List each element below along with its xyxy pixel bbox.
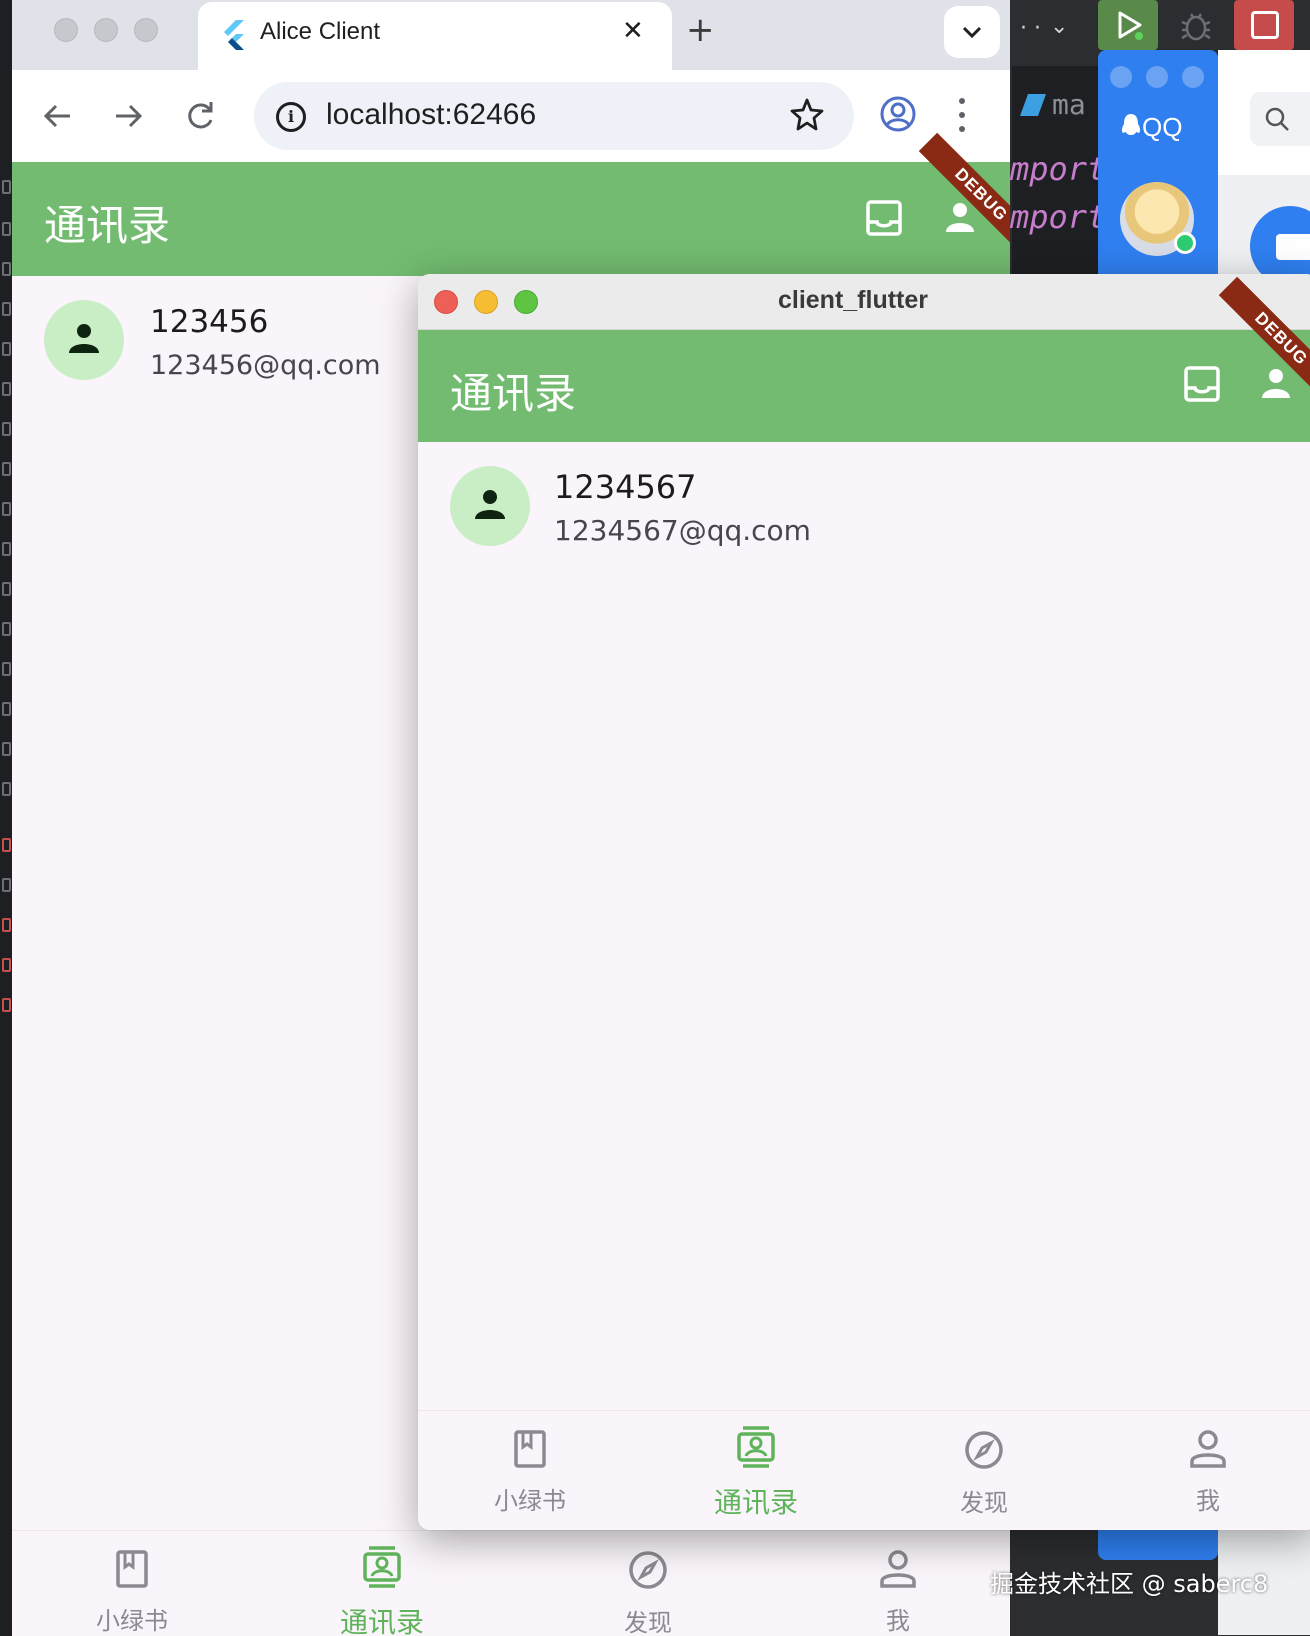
contact-email: 1234567@qq.com [554,514,811,547]
penguin-icon [1121,114,1141,135]
contact-name: 1234567 [554,468,697,506]
back-arrow-icon[interactable] [38,96,78,136]
browser-toolbar: i localhost:62466 [12,70,1010,162]
run-button[interactable] [1098,0,1158,50]
nav-item-contacts[interactable]: 通讯录 [312,1545,452,1636]
ide-file-tab[interactable]: ma [1019,88,1104,128]
desktop-bottom-nav: 小绿书 通讯录 发现 我 [418,1410,1310,1530]
book-icon [116,1550,148,1588]
nav-item-contacts[interactable]: 通讯录 [686,1425,826,1521]
nav-item-discover[interactable]: 发现 [578,1549,718,1636]
chevron-down-icon [962,26,982,39]
inbox-icon[interactable] [864,198,904,238]
address-bar[interactable]: i localhost:62466 [254,82,854,150]
page-title: 通讯录 [450,369,577,418]
ide-code-line: mport [1010,150,1107,188]
forward-arrow-icon[interactable] [108,96,148,136]
book-icon [514,1430,546,1468]
person-icon [69,324,99,353]
reload-icon[interactable] [180,96,220,136]
stop-icon [1251,11,1279,39]
profile-icon[interactable] [878,94,918,134]
contact-name: 123456 [150,304,269,340]
contacts-icon [737,1426,775,1468]
flutter-desktop-window: client_flutter 通讯录 DEBUG 1234567 1234567… [418,274,1310,1530]
watermark: 掘金技术社区 @ saberc8 [990,1570,1269,1598]
tab-search-button[interactable] [944,6,1000,58]
person-icon [880,1550,916,1588]
nav-label: 小绿书 [96,1607,168,1635]
web-bottom-nav: 小绿书 通讯录 发现 我 [12,1530,1010,1636]
nav-item-xiaolvshu[interactable]: 小绿书 [62,1549,202,1636]
ide-file-tab-label: ma [1052,88,1086,121]
flutter-icon [224,20,244,50]
site-info-icon[interactable]: i [276,102,306,132]
contact-email: 123456@qq.com [150,350,381,381]
close-tab-icon[interactable]: ✕ [622,16,644,46]
browser-menu-icon[interactable] [956,96,966,136]
nav-label: 发现 [624,1609,672,1636]
debug-icon[interactable] [1178,8,1214,44]
stop-button[interactable] [1234,0,1294,50]
browser-tab[interactable]: Alice Client ✕ [198,2,672,70]
qq-logo-text: QQ [1142,112,1183,142]
nav-label: 通讯录 [339,1606,424,1636]
dart-file-icon [1019,94,1047,116]
desktop-app-bar: 通讯录 DEBUG [418,276,1310,442]
tab-title: Alice Client [260,18,381,45]
url-text[interactable]: localhost:62466 [326,98,536,132]
window-minimize-button[interactable] [94,18,118,42]
chevron-down-icon[interactable]: ⌄ [1050,14,1076,40]
nav-item-xiaolvshu[interactable]: 小绿书 [460,1429,600,1516]
search-input[interactable] [1250,92,1310,146]
inbox-icon[interactable] [1182,364,1222,404]
play-icon [1118,11,1143,40]
tab-strip: Alice Client ✕ + [12,0,1010,70]
window-titlebar: client_flutter [418,274,1310,330]
nav-item-me[interactable]: 我 [828,1549,968,1636]
window-zoom-button[interactable] [134,18,158,42]
nav-label: 小绿书 [494,1487,566,1515]
web-app-bar: 通讯录 DEBUG [12,132,1010,276]
nav-label: 我 [1196,1487,1220,1515]
nav-label: 我 [886,1607,910,1635]
window-close-button[interactable] [54,18,78,42]
ide-more-icon[interactable]: · · [1020,16,1041,41]
window-title: client_flutter [777,286,929,314]
nav-label: 通讯录 [713,1486,798,1519]
online-status-dot [1174,232,1196,254]
contacts-icon [363,1546,401,1588]
qq-logo: QQ [1120,112,1182,143]
compass-icon [629,1551,667,1589]
person-icon [1190,1430,1226,1468]
new-tab-button[interactable]: + [686,10,715,50]
search-icon [1265,107,1289,131]
compass-icon [965,1431,1003,1469]
avatar [44,300,124,380]
nav-label: 发现 [960,1489,1008,1517]
avatar[interactable] [1120,182,1196,256]
mail-icon [1276,234,1310,260]
nav-item-discover[interactable]: 发现 [914,1429,1054,1518]
avatar [450,466,530,546]
nav-item-me[interactable]: 我 [1138,1429,1278,1516]
page-title: 通讯录 [44,201,171,250]
ide-code-line: mport [1010,198,1107,236]
bookmark-star-icon[interactable] [788,96,826,134]
person-icon [475,490,505,519]
